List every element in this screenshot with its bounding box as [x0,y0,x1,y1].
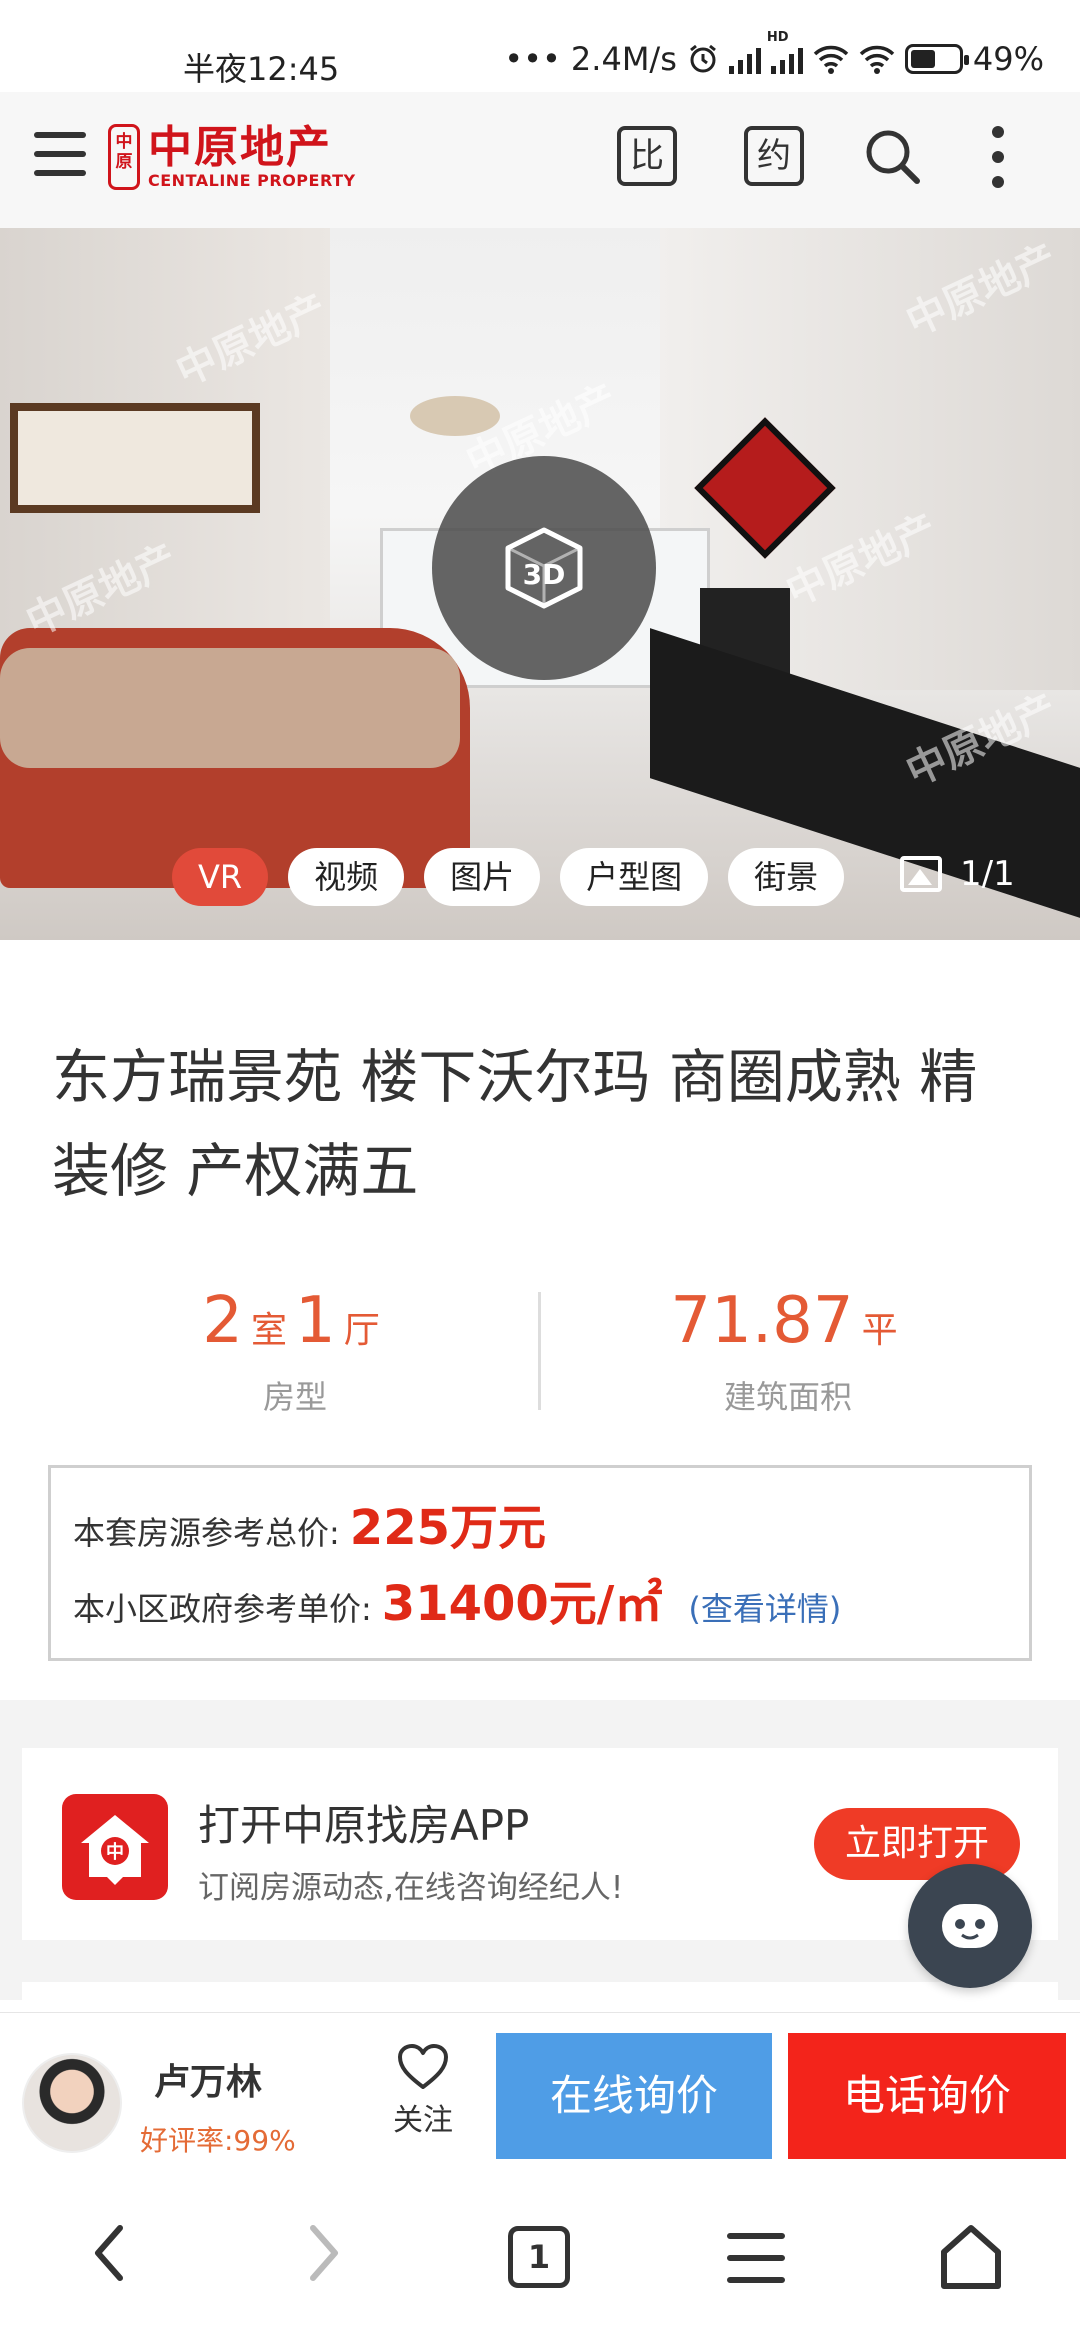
alarm-icon [689,44,716,73]
phone-inquiry-button[interactable]: 电话询价 [788,2033,1066,2159]
image-icon [900,856,942,892]
app-logo-icon: 中 [62,1794,168,1900]
area-unit: 平 [861,1310,898,1351]
app-promo-title: 打开中原找房APP [198,1801,530,1850]
cube-3d-icon: 3D [505,527,583,609]
more-dots-icon: ••• [504,40,561,78]
total-price-value: 225万元 [349,1500,546,1556]
listing-page: 半夜12:45 ••• 2.4M/s HD 49% 中原 中原地产 CENTAL… [0,0,1080,2340]
rooms-count: 2 [202,1284,243,1358]
listing-stats: 2室1厅 房型 71.87 平 建筑面积 [0,1284,1080,1434]
halls-unit: 厅 [343,1310,380,1351]
listing-title: 东方瑞景苑 楼下沃尔玛 商圈成熟 精装修 产权满五 [52,1043,978,1205]
menu-lines-icon[interactable] [726,2230,786,2286]
follow-label: 关注 [393,2103,453,2138]
online-inquiry-button[interactable]: 在线询价 [496,2033,772,2159]
chat-robot-button[interactable] [908,1864,1032,1988]
agent-rating: 好评率:99% [140,2124,296,2157]
layout-label: 房型 [262,1378,327,1416]
status-time: 半夜12:45 [183,50,340,88]
gallery-tabs: VR 视频 图片 户型图 街景 [172,848,845,906]
sofa-cushion [0,648,460,768]
unit-price-row: 本小区政府参考单价: 31400元/㎡ (查看详情) [73,1564,841,1634]
heart-icon [398,2044,448,2089]
back-icon[interactable] [88,2218,128,2288]
brand-name-en: CENTALINE PROPERTY [148,170,356,190]
tabs-button[interactable]: 1 [508,2226,570,2288]
home-icon[interactable] [938,2222,1004,2292]
app-promo-subtitle: 订阅房源动态,在线咨询经纪人! [198,1870,624,1906]
follow-button[interactable]: 关注 [388,2043,458,2139]
brand-logo[interactable]: 中原 中原地产 CENTALINE PROPERTY [108,122,356,192]
photo-counter-text: 1/1 [960,854,1015,894]
tab-streetview[interactable]: 街景 [728,848,845,906]
view-details-link[interactable]: (查看详情) [688,1584,841,1630]
halls-count: 1 [295,1284,336,1358]
network-speed: 2.4M/s [570,40,677,78]
photo-gallery[interactable]: 中原地产 中原地产 中原地产 中原地产 中原地产 中原地产 3D VR 视频 图… [0,228,1080,940]
tab-video[interactable]: 视频 [288,848,405,906]
wifi-icon [813,45,849,74]
battery-percent: 49% [972,40,1044,78]
app-promo-card[interactable]: 中 打开中原找房APP 订阅房源动态,在线咨询经纪人! 立即打开 [22,1748,1058,1940]
vr-badge-text: 3D [523,558,566,591]
status-bar: 半夜12:45 ••• 2.4M/s HD 49% [0,0,1080,92]
tab-floorplan[interactable]: 户型图 [560,848,709,906]
browser-nav-bar: 1 [0,2178,1080,2340]
rooms-unit: 室 [250,1310,287,1351]
price-box: 本套房源参考总价: 225万元 本小区政府参考单价: 31400元/㎡ (查看详… [48,1465,1032,1661]
vr-3d-button[interactable]: 3D [432,456,656,680]
signal-hd-icon: HD [767,30,803,74]
logo-mark: 中原 [108,124,140,190]
total-price-label: 本套房源参考总价: [73,1514,340,1552]
forward-icon[interactable] [305,2218,345,2288]
appointment-button[interactable]: 约 [744,126,804,186]
status-icons: ••• 2.4M/s HD 49% [504,30,1044,78]
battery-icon [904,44,969,74]
agent-name[interactable]: 卢万林 [154,2053,262,2105]
unit-price-value: 31400元/㎡ [381,1576,663,1632]
top-header: 中原 中原地产 CENTALINE PROPERTY 比 约 [0,92,1080,228]
wifi-icon-2 [859,45,895,74]
wall-painting [10,403,260,513]
robot-icon [942,1904,998,1948]
agent-bar: 卢万林 好评率:99% 关注 在线询价 电话询价 [0,2012,1080,2178]
area-stat: 71.87 平 建筑面积 [518,1284,1058,1418]
photo-counter: 1/1 [900,854,1015,894]
search-icon[interactable] [862,126,922,186]
hd-label: HD [766,30,789,45]
tab-vr[interactable]: VR [172,848,269,906]
signal-icon [728,44,761,74]
avatar[interactable] [22,2053,122,2153]
compare-button[interactable]: 比 [617,126,677,186]
next-card [22,1982,1058,2012]
menu-icon[interactable] [34,132,86,176]
area-value: 71.87 [670,1284,854,1358]
brand-name-cn: 中原地产 [148,121,332,173]
layout-stat: 2室1厅 房型 [25,1284,565,1418]
area-label: 建筑面积 [723,1378,852,1416]
total-price-row: 本套房源参考总价: 225万元 [73,1488,546,1558]
tab-photos[interactable]: 图片 [424,848,541,906]
more-vertical-icon[interactable] [990,126,1006,188]
unit-price-label: 本小区政府参考单价: [73,1590,372,1628]
svg-text:中: 中 [106,1841,124,1863]
